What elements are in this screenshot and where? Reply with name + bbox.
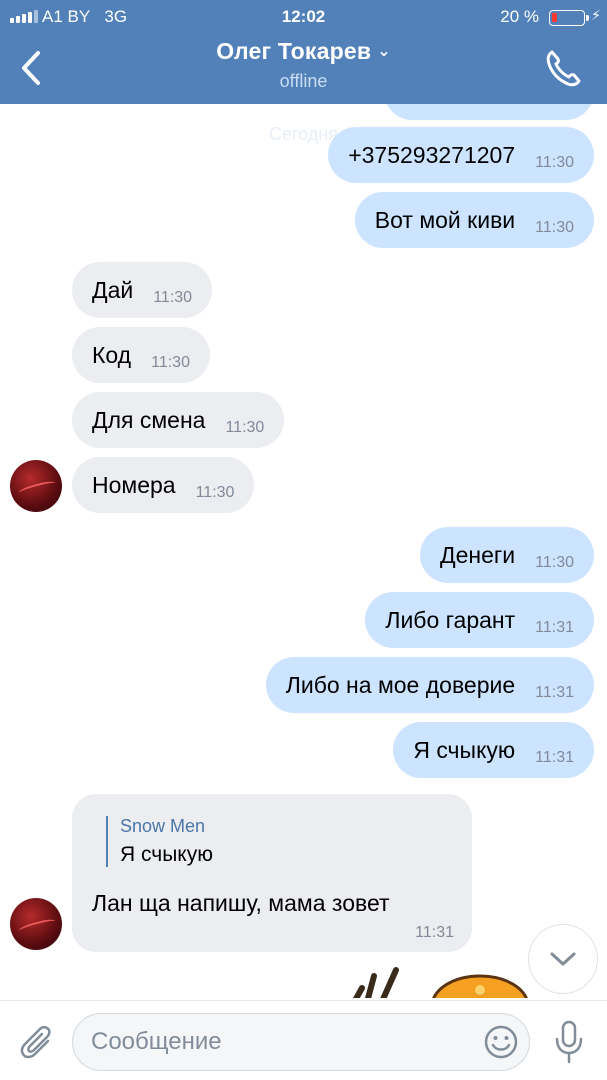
message-time: 11:30 — [195, 484, 235, 501]
message-input[interactable] — [91, 1014, 471, 1070]
chevron-down-icon: ⌄ — [377, 43, 391, 60]
outgoing-message[interactable]: Вот мой киви 11:30 — [354, 192, 594, 248]
chevron-down-icon — [550, 952, 576, 966]
battery-icon — [549, 10, 589, 26]
message-time: 11:31 — [535, 619, 574, 636]
voice-message-button[interactable] — [552, 1019, 586, 1065]
avatar[interactable] — [10, 898, 62, 950]
message-text: Либо на мое доверие — [285, 671, 516, 698]
outgoing-message[interactable]: Либо на мое доверие 11:31 — [265, 657, 594, 713]
chat-header: A1 BY 3G 12:02 20 % ⚡ Олег Токарев ⌄ offl… — [0, 0, 607, 104]
outgoing-message[interactable]: Денеги 11:30 — [420, 527, 594, 583]
sticker-preview[interactable] — [340, 966, 540, 998]
message-time: 11:30 — [153, 289, 193, 306]
avatar[interactable] — [10, 460, 62, 512]
microphone-icon — [555, 1020, 583, 1064]
quoted-message[interactable]: Snow Men Я счыкую — [106, 816, 213, 867]
call-button[interactable] — [543, 46, 583, 90]
message-time: 11:31 — [535, 749, 574, 766]
contact-status: offline — [279, 71, 328, 91]
emoji-button[interactable] — [483, 1024, 519, 1060]
incoming-message[interactable]: Код 11:30 — [72, 327, 210, 383]
message-text: Для смена — [92, 406, 206, 433]
quote-author: Snow Men — [120, 816, 206, 836]
smile-icon — [484, 1025, 518, 1059]
outgoing-message[interactable]: Либо гарант 11:31 — [365, 592, 594, 648]
message-time: 11:30 — [535, 554, 574, 571]
message-text: Лан ща напишу, мама зовет — [92, 890, 390, 916]
phone-icon — [546, 50, 581, 87]
paperclip-icon — [20, 1025, 51, 1059]
message-time: 11:31 — [415, 924, 454, 941]
status-bar: A1 BY 3G 12:02 20 % ⚡ — [0, 6, 607, 28]
message-list[interactable]: Сегодня +375293271207 11:30 Вот мой киви 1… — [0, 104, 607, 998]
outgoing-message[interactable]: +375293271207 11:30 — [328, 127, 594, 183]
message-time: 11:30 — [225, 419, 265, 436]
attach-button[interactable] — [18, 1023, 58, 1063]
message-text: Код — [92, 341, 132, 368]
contact-name: Олег Токарев — [216, 38, 372, 64]
message-time: 11:30 — [151, 354, 190, 371]
message-text: Я счыкую — [413, 736, 516, 763]
message-time: 11:31 — [535, 684, 574, 701]
incoming-message[interactable]: Номера 11:30 — [72, 457, 255, 513]
chevron-left-icon — [22, 51, 40, 85]
message-composer — [0, 1000, 607, 1080]
contact-title[interactable]: Олег Токарев ⌄ offline — [120, 38, 487, 92]
message-text: Либо гарант — [385, 606, 516, 633]
message-text: Дай — [92, 276, 134, 303]
message-text: Вот мой киви — [374, 206, 516, 233]
message-time: 11:30 — [535, 219, 574, 236]
message-input-box[interactable] — [72, 1013, 530, 1071]
outgoing-message[interactable]: Я счыкую 11:31 — [393, 722, 594, 778]
message-time: 11:30 — [535, 154, 574, 171]
outgoing-message-partial[interactable] — [384, 104, 594, 120]
message-text: Номера — [92, 471, 176, 498]
incoming-reply-message[interactable]: Snow Men Я счыкую Лан ща напишу, мама зо… — [72, 794, 472, 952]
message-text: +375293271207 — [348, 141, 516, 168]
quote-text: Я счыкую — [120, 843, 213, 866]
charging-icon: ⚡ — [591, 7, 601, 23]
incoming-message[interactable]: Для смена 11:30 — [72, 392, 285, 448]
incoming-message[interactable]: Дай 11:30 — [72, 262, 213, 318]
battery-percent: 20 % — [500, 7, 539, 26]
message-text: Денеги — [440, 541, 516, 568]
back-button[interactable] — [14, 46, 48, 90]
